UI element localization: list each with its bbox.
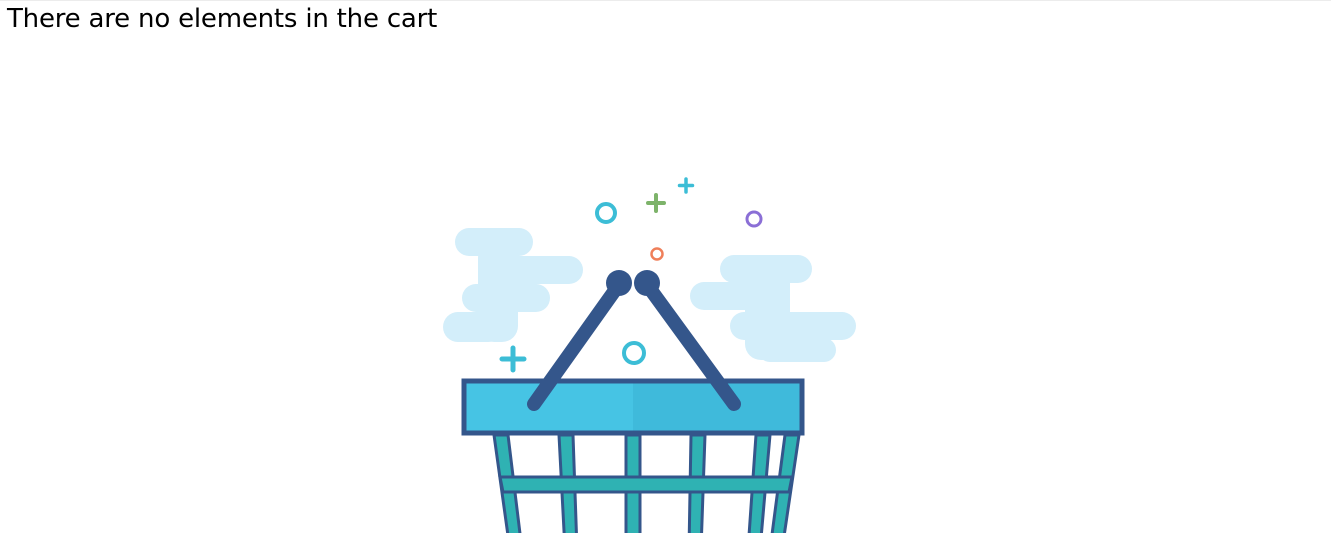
top-divider	[0, 0, 1331, 1]
basket-rim	[461, 378, 805, 436]
empty-basket-icon	[443, 177, 856, 533]
handle-knobs	[606, 270, 660, 296]
basket-body	[492, 433, 801, 533]
cloud-right	[690, 255, 856, 362]
cloud-left	[443, 228, 583, 342]
empty-basket-illustration	[430, 170, 870, 533]
empty-cart-message: There are no elements in the cart	[7, 4, 438, 34]
